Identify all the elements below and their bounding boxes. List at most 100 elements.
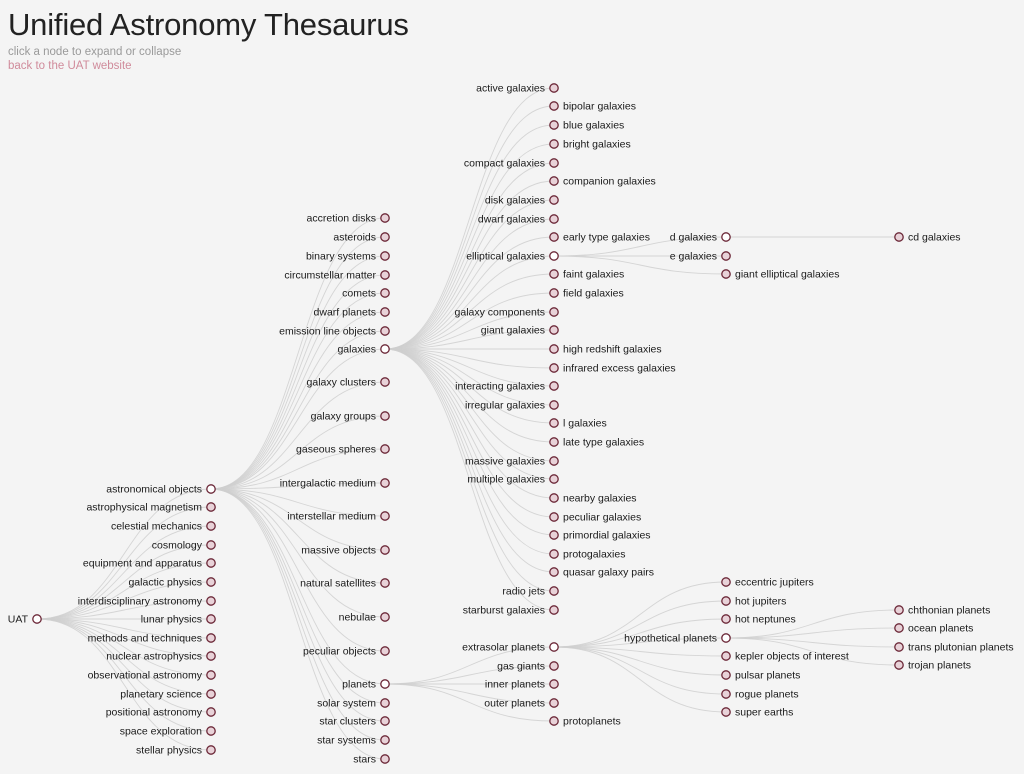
tree-node-label[interactable]: ocean planets xyxy=(908,623,973,635)
tree-node-label[interactable]: galaxies xyxy=(337,344,376,356)
tree-node-label[interactable]: astrophysical magnetism xyxy=(86,502,202,514)
node-toggle-expanded-icon[interactable] xyxy=(380,679,390,689)
tree-node-label[interactable]: primordial galaxies xyxy=(563,530,651,542)
tree-node[interactable]: bright galaxies xyxy=(549,139,631,151)
thesaurus-tree-diagram[interactable]: UAT astronomical objects accretion disks as… xyxy=(0,0,1024,774)
tree-node-label[interactable]: galaxy components xyxy=(455,307,545,319)
tree-node[interactable]: massive galaxies xyxy=(465,456,559,468)
node-toggle-collapsed-icon[interactable] xyxy=(549,716,559,726)
tree-node-label[interactable]: methods and techniques xyxy=(88,633,202,645)
tree-node[interactable]: massive objects xyxy=(301,545,390,557)
node-toggle-expanded-icon[interactable] xyxy=(380,344,390,354)
tree-node-label[interactable]: disk galaxies xyxy=(485,195,545,207)
tree-node-label[interactable]: d galaxies xyxy=(670,232,717,244)
tree-node[interactable]: positional astronomy xyxy=(106,707,216,719)
tree-node-label[interactable]: astronomical objects xyxy=(106,484,202,496)
tree-node-label[interactable]: equipment and apparatus xyxy=(83,558,202,570)
tree-node[interactable]: giant galaxies xyxy=(481,325,559,337)
node-toggle-collapsed-icon[interactable] xyxy=(894,642,904,652)
tree-node-label[interactable]: early type galaxies xyxy=(563,232,650,244)
node-toggle-collapsed-icon[interactable] xyxy=(894,605,904,615)
tree-node[interactable]: e galaxies xyxy=(670,251,731,263)
tree-node[interactable]: star systems xyxy=(317,735,390,747)
node-toggle-collapsed-icon[interactable] xyxy=(549,437,559,447)
tree-node-label[interactable]: high redshift galaxies xyxy=(563,344,662,356)
node-toggle-collapsed-icon[interactable] xyxy=(380,698,390,708)
tree-node-label[interactable]: starburst galaxies xyxy=(463,605,545,617)
node-toggle-collapsed-icon[interactable] xyxy=(380,612,390,622)
tree-node-label[interactable]: late type galaxies xyxy=(563,437,644,449)
tree-node-label[interactable]: compact galaxies xyxy=(464,158,545,170)
node-toggle-collapsed-icon[interactable] xyxy=(206,596,216,606)
node-toggle-collapsed-icon[interactable] xyxy=(549,176,559,186)
tree-node[interactable]: trojan planets xyxy=(894,660,971,672)
tree-node-label[interactable]: hypothetical planets xyxy=(624,633,717,645)
node-toggle-collapsed-icon[interactable] xyxy=(549,586,559,596)
tree-node[interactable]: early type galaxies xyxy=(549,232,650,244)
tree-node-label[interactable]: eccentric jupiters xyxy=(735,577,814,589)
node-toggle-collapsed-icon[interactable] xyxy=(206,521,216,531)
tree-node-label[interactable]: stars xyxy=(353,754,376,766)
tree-node-label[interactable]: extrasolar planets xyxy=(462,642,545,654)
node-toggle-collapsed-icon[interactable] xyxy=(380,545,390,555)
tree-node[interactable]: hot neptunes xyxy=(721,614,796,626)
tree-node[interactable]: cd galaxies xyxy=(894,232,961,244)
node-toggle-collapsed-icon[interactable] xyxy=(549,661,559,671)
tree-node[interactable]: trans plutonian planets xyxy=(894,642,1014,654)
tree-node-label[interactable]: observational astronomy xyxy=(88,670,203,682)
tree-node-label[interactable]: protogalaxies xyxy=(563,549,625,561)
node-toggle-collapsed-icon[interactable] xyxy=(549,139,559,149)
node-toggle-collapsed-icon[interactable] xyxy=(380,578,390,588)
tree-node[interactable]: l galaxies xyxy=(549,418,607,430)
tree-node[interactable]: super earths xyxy=(721,707,794,719)
tree-node-label[interactable]: nuclear astrophysics xyxy=(106,651,202,663)
tree-node-label[interactable]: multiple galaxies xyxy=(467,474,545,486)
node-toggle-collapsed-icon[interactable] xyxy=(206,745,216,755)
tree-node-label[interactable]: planetary science xyxy=(120,689,202,701)
tree-node[interactable]: ocean planets xyxy=(894,623,974,635)
tree-node[interactable]: star clusters xyxy=(319,716,390,728)
tree-node[interactable]: interacting galaxies xyxy=(455,381,559,393)
tree-node-label[interactable]: interacting galaxies xyxy=(455,381,545,393)
tree-node-label[interactable]: interdisciplinary astronomy xyxy=(78,596,203,608)
node-toggle-collapsed-icon[interactable] xyxy=(380,213,390,223)
tree-node[interactable]: pulsar planets xyxy=(721,670,801,682)
tree-node[interactable]: primordial galaxies xyxy=(549,530,651,542)
tree-node-label[interactable]: emission line objects xyxy=(279,326,376,338)
tree-node[interactable]: UAT xyxy=(8,614,42,626)
node-toggle-collapsed-icon[interactable] xyxy=(549,214,559,224)
tree-node[interactable]: observational astronomy xyxy=(88,670,216,682)
tree-node-label[interactable]: e galaxies xyxy=(670,251,717,263)
tree-node-label[interactable]: galactic physics xyxy=(128,577,202,589)
node-toggle-collapsed-icon[interactable] xyxy=(721,689,731,699)
tree-node[interactable]: lunar physics xyxy=(141,614,216,626)
tree-node-label[interactable]: chthonian planets xyxy=(908,605,990,617)
node-toggle-collapsed-icon[interactable] xyxy=(721,251,731,261)
tree-node[interactable]: starburst galaxies xyxy=(463,605,559,617)
tree-node-label[interactable]: rogue planets xyxy=(735,689,799,701)
node-toggle-collapsed-icon[interactable] xyxy=(721,596,731,606)
tree-node[interactable]: high redshift galaxies xyxy=(549,344,662,356)
tree-node[interactable]: blue galaxies xyxy=(549,120,624,132)
node-toggle-collapsed-icon[interactable] xyxy=(549,101,559,111)
tree-node[interactable]: galaxy components xyxy=(455,307,559,319)
tree-node[interactable]: giant elliptical galaxies xyxy=(721,269,840,281)
node-toggle-collapsed-icon[interactable] xyxy=(380,232,390,242)
tree-node-label[interactable]: kepler objects of interest xyxy=(735,651,849,663)
tree-node[interactable]: d galaxies xyxy=(670,232,731,244)
node-toggle-collapsed-icon[interactable] xyxy=(206,726,216,736)
tree-node[interactable]: stars xyxy=(353,754,390,766)
tree-node[interactable]: solar system xyxy=(317,698,390,710)
tree-node-label[interactable]: accretion disks xyxy=(307,213,376,225)
node-toggle-expanded-icon[interactable] xyxy=(721,232,731,242)
node-toggle-collapsed-icon[interactable] xyxy=(549,158,559,168)
tree-node-label[interactable]: elliptical galaxies xyxy=(466,251,545,263)
tree-node[interactable]: stellar physics xyxy=(136,745,216,757)
tree-node[interactable]: chthonian planets xyxy=(894,605,991,617)
tree-node-label[interactable]: cosmology xyxy=(152,540,203,552)
tree-node-label[interactable]: giant galaxies xyxy=(481,325,545,337)
node-toggle-collapsed-icon[interactable] xyxy=(549,195,559,205)
tree-node[interactable]: nuclear astrophysics xyxy=(106,651,216,663)
node-toggle-collapsed-icon[interactable] xyxy=(206,540,216,550)
tree-node-label[interactable]: interstellar medium xyxy=(287,511,376,523)
